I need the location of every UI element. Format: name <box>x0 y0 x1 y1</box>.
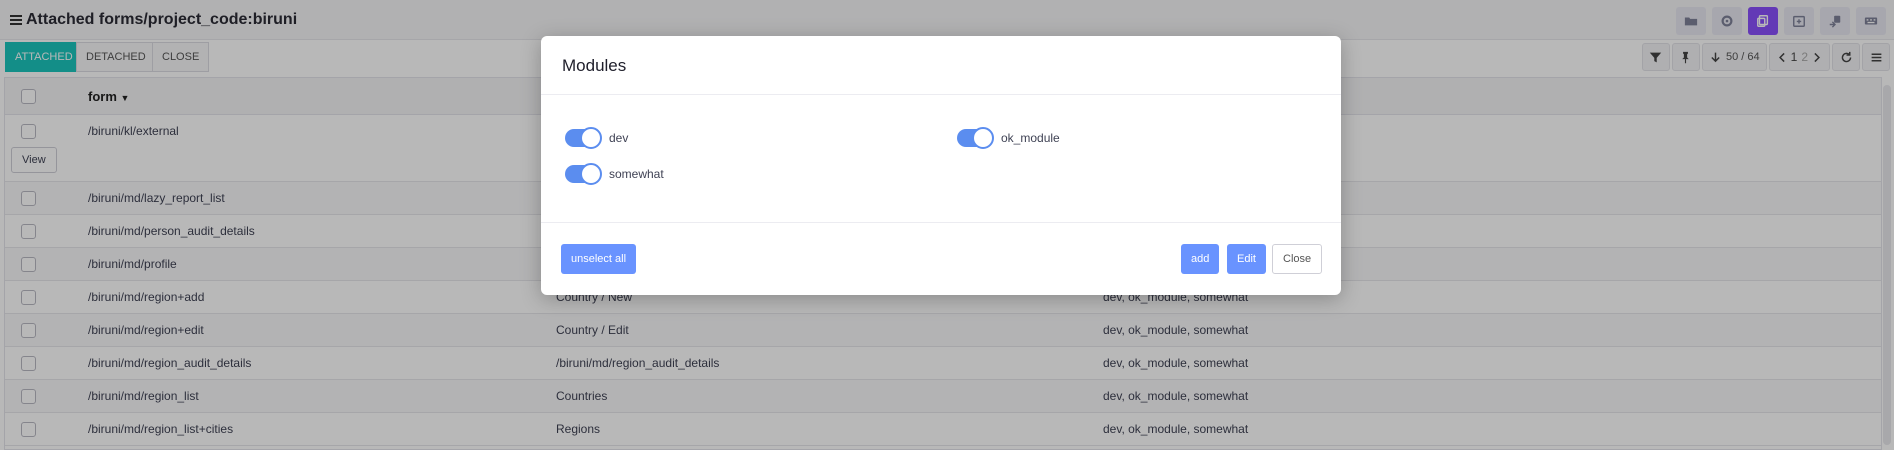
switch-dev-label: dev <box>609 131 629 145</box>
close-button[interactable]: Close <box>1272 244 1323 274</box>
modules-modal: Modules dev ok_module somewhat unselect … <box>541 36 1341 295</box>
toggle-somewhat[interactable] <box>565 163 602 185</box>
switch-ok-module[interactable]: ok_module <box>957 127 1060 149</box>
switch-ok-module-label: ok_module <box>1001 131 1060 145</box>
modal-divider <box>541 222 1341 223</box>
add-button[interactable]: add <box>1181 244 1220 274</box>
toggle-dev[interactable] <box>565 127 602 149</box>
modal-title: Modules <box>562 56 627 75</box>
modal-divider <box>541 94 1341 95</box>
toggle-ok-module[interactable] <box>957 127 994 149</box>
edit-button[interactable]: Edit <box>1227 244 1266 274</box>
switch-somewhat[interactable]: somewhat <box>565 163 664 185</box>
switch-dev[interactable]: dev <box>565 127 629 149</box>
switch-somewhat-label: somewhat <box>609 167 664 181</box>
unselect-all-button[interactable]: unselect all <box>561 244 637 274</box>
